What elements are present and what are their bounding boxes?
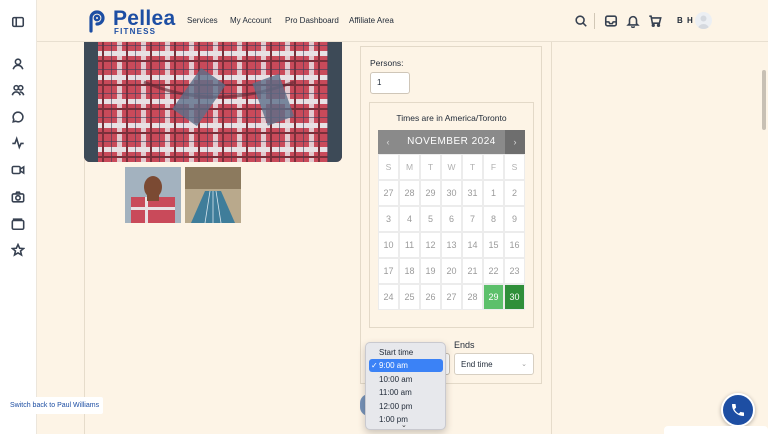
thumbnail-pool[interactable] [185, 167, 241, 223]
calendar-day: 24 [378, 284, 399, 310]
calendar-header: ‹ NOVEMBER 2024 › [378, 130, 525, 154]
chat-icon[interactable] [10, 109, 26, 125]
calendar-day: 21 [462, 258, 483, 284]
pellea-logo-icon[interactable] [85, 9, 109, 33]
check-icon: ✓ [371, 361, 378, 370]
header-divider [594, 13, 595, 29]
avatar[interactable] [695, 12, 712, 29]
persons-input[interactable]: 1 [370, 72, 410, 94]
calendar-grid: S M T W T F S 27 28 29 30 31 1 2 3 4 5 6 7 8 9 10 11 12 13 14 15 16… [378, 154, 525, 310]
time-option-label: 9:00 am [379, 361, 408, 370]
calendar-day: 7 [462, 206, 483, 232]
cart-icon[interactable] [648, 14, 662, 28]
time-option-label: 12:00 pm [379, 402, 413, 411]
weekday-header: S [378, 154, 399, 180]
calendar-day: 20 [441, 258, 462, 284]
switch-back-button[interactable]: Switch back to Paul Williams [5, 397, 103, 414]
calendar-day: 29 [420, 180, 441, 206]
bell-icon[interactable] [626, 14, 640, 29]
calendar-day: 5 [420, 206, 441, 232]
time-option[interactable]: 10:00 am [369, 373, 443, 386]
activity-icon[interactable] [10, 135, 26, 151]
persons-label: Persons: [370, 58, 404, 68]
prev-month-button[interactable]: ‹ [378, 130, 398, 154]
nav-services[interactable]: Services [187, 16, 218, 25]
nav-pro-dashboard[interactable]: Pro Dashboard [285, 16, 339, 25]
calendar-day: 19 [420, 258, 441, 284]
nav-my-account[interactable]: My Account [230, 16, 271, 25]
calendar-day: 15 [483, 232, 504, 258]
calendar-day: 2 [504, 180, 525, 206]
time-option-label: 10:00 am [379, 375, 413, 384]
time-option-label: Start time [379, 348, 414, 357]
calendar-day: 4 [399, 206, 420, 232]
weekday-header: S [504, 154, 525, 180]
call-button[interactable] [721, 393, 755, 427]
calendar-day: 31 [462, 180, 483, 206]
calendar-day: 17 [378, 258, 399, 284]
time-option[interactable]: Start time [369, 346, 443, 359]
weekday-header: T [420, 154, 441, 180]
calendar-day: 11 [399, 232, 420, 258]
calendar-day: 8 [483, 206, 504, 232]
page-scrollbar[interactable] [762, 70, 766, 130]
time-option[interactable]: 11:00 am [369, 386, 443, 399]
trainer-photo[interactable] [84, 42, 342, 162]
start-time-dropdown[interactable]: Start time ✓ 9:00 am 10:00 am 11:00 am 12:00 … [365, 342, 446, 430]
calendar-month: NOVEMBER 2024 [407, 136, 496, 147]
calendar-day: 6 [441, 206, 462, 232]
calendar-day: 3 [378, 206, 399, 232]
user-icon[interactable] [10, 56, 26, 72]
video-icon[interactable] [10, 162, 26, 178]
chevron-down-icon[interactable]: ⌄ [401, 421, 407, 429]
calendar-day: 23 [504, 258, 525, 284]
calendar-day: 22 [483, 258, 504, 284]
calendar-day: 10 [378, 232, 399, 258]
calendar-day: 28 [462, 284, 483, 310]
phone-icon [732, 404, 744, 416]
weekday-header: T [462, 154, 483, 180]
calendar-day: 12 [420, 232, 441, 258]
brand-subtitle: FITNESS [114, 27, 157, 36]
calendar-day-selected[interactable]: 30 [504, 284, 525, 310]
next-month-button[interactable]: › [505, 130, 525, 154]
ends-label: Ends [454, 340, 475, 350]
calendar-day: 26 [420, 284, 441, 310]
calendar-day: 27 [378, 180, 399, 206]
timezone-note: Times are in America/Toronto [396, 113, 507, 123]
calendar-day: 13 [441, 232, 462, 258]
calendar-day: 1 [483, 180, 504, 206]
calendar-day: 16 [504, 232, 525, 258]
time-option-label: 11:00 am [379, 388, 412, 397]
wallet-icon[interactable] [10, 216, 26, 232]
end-time-select[interactable]: End time ⌄ [454, 353, 534, 375]
calendar-day-available[interactable]: 29 [483, 284, 504, 310]
weekday-header: F [483, 154, 504, 180]
time-option[interactable]: 12:00 pm [369, 400, 443, 413]
top-header: Pellea FITNESS Services My Account Pro D… [37, 0, 768, 42]
calendar-day: 18 [399, 258, 420, 284]
calendar-day: 14 [462, 232, 483, 258]
user-initials[interactable]: B H [677, 16, 694, 25]
star-icon[interactable] [10, 242, 26, 258]
end-time-value: End time [461, 360, 493, 369]
calendar-day: 25 [399, 284, 420, 310]
sidebar-toggle-icon[interactable] [10, 14, 26, 30]
calendar-day: 28 [399, 180, 420, 206]
calendar-day: 9 [504, 206, 525, 232]
sidebar [0, 0, 37, 434]
time-option[interactable]: ✓ 9:00 am [369, 359, 443, 372]
search-icon[interactable] [574, 14, 588, 28]
calendar-day: 27 [441, 284, 462, 310]
camera-icon[interactable] [10, 189, 26, 205]
chevron-down-icon: ⌄ [521, 361, 527, 368]
weekday-header: W [441, 154, 462, 180]
inbox-icon[interactable] [604, 14, 618, 28]
nav-affiliate-area[interactable]: Affiliate Area [349, 16, 394, 25]
calendar-day: 30 [441, 180, 462, 206]
chat-widget-edge [664, 426, 768, 434]
weekday-header: M [399, 154, 420, 180]
thumbnail-trainer[interactable] [125, 167, 181, 223]
users-icon[interactable] [10, 82, 26, 98]
